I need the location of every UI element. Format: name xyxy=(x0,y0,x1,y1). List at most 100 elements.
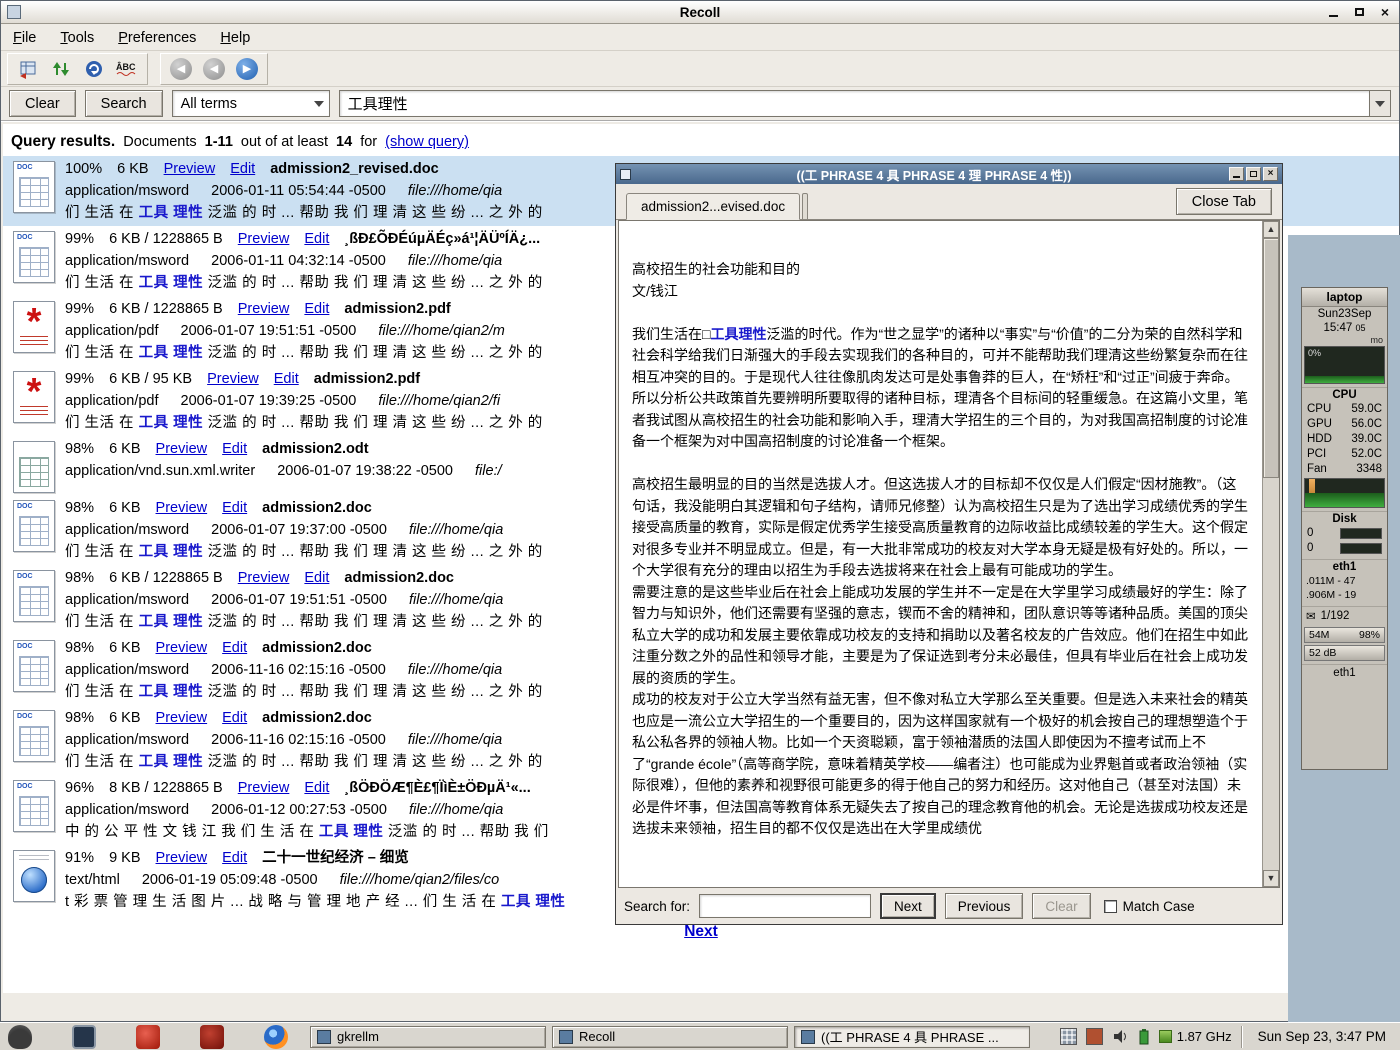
search-button[interactable]: Search xyxy=(85,90,163,117)
red-app-launcher-icon-2[interactable] xyxy=(200,1025,224,1049)
result-relevance: 96% xyxy=(65,780,94,796)
result-preview-link[interactable]: Preview xyxy=(156,500,208,516)
result-mime: application/msword xyxy=(65,522,189,538)
foot-menu-icon[interactable] xyxy=(8,1025,32,1049)
preview-scrollbar[interactable]: ▲ ▼ xyxy=(1262,221,1279,887)
terminal-launcher-icon[interactable] xyxy=(72,1025,96,1049)
query-input[interactable] xyxy=(339,90,1369,117)
result-url: file:///home/qian2/fi xyxy=(378,393,500,409)
first-results-page-icon[interactable] xyxy=(13,55,43,83)
preview-tab[interactable]: admission2...evised.doc xyxy=(626,193,800,220)
result-edit-link[interactable]: Edit xyxy=(304,570,329,586)
result-preview-link[interactable]: Preview xyxy=(164,161,216,177)
find-input[interactable] xyxy=(699,894,871,918)
gkrellm-small-label: mo xyxy=(1302,335,1387,345)
result-edit-link[interactable]: Edit xyxy=(304,231,329,247)
match-case-checkbox[interactable] xyxy=(1104,900,1117,913)
menu-preferences[interactable]: Preferences xyxy=(118,30,196,46)
taskbar-task[interactable]: ((工 PHRASE 4 具 PHRASE ... xyxy=(794,1026,1030,1048)
result-edit-link[interactable]: Edit xyxy=(222,850,247,866)
result-mime: application/msword xyxy=(65,592,189,608)
result-preview-link[interactable]: Preview xyxy=(156,441,208,457)
term-explorer-icon[interactable]: ÂBC xyxy=(112,55,142,83)
gkrellm-hostname: laptop xyxy=(1302,288,1387,307)
menu-tools[interactable]: Tools xyxy=(60,30,94,46)
result-edit-link[interactable]: Edit xyxy=(274,371,299,387)
maximize-button[interactable] xyxy=(1351,4,1367,20)
previous-page-icon[interactable]: ◀ xyxy=(199,55,229,83)
mail-icon: ✉ xyxy=(1306,609,1316,623)
result-mime: application/msword xyxy=(65,662,189,678)
show-as-table-icon[interactable] xyxy=(79,55,109,83)
find-clear-button[interactable]: Clear xyxy=(1032,893,1090,919)
result-mime: application/msword xyxy=(65,183,189,199)
speaker-icon[interactable] xyxy=(1112,1028,1129,1045)
sensor-row: GPU56.0C xyxy=(1302,417,1387,432)
volume-meter: 52 dB xyxy=(1304,645,1385,661)
doc-file-icon xyxy=(13,231,55,283)
show-query-link[interactable]: (show query) xyxy=(385,134,469,150)
scroll-up-icon[interactable]: ▲ xyxy=(1263,221,1279,238)
next-page-link[interactable]: Next xyxy=(684,923,718,940)
find-next-button[interactable]: Next xyxy=(880,893,936,919)
krell-slider xyxy=(1309,479,1315,507)
find-previous-button[interactable]: Previous xyxy=(945,893,1024,919)
cpufreq-icon xyxy=(1159,1030,1172,1043)
search-mode-select[interactable]: All terms xyxy=(172,90,330,117)
result-mime: application/msword xyxy=(65,253,189,269)
red-app-launcher-icon[interactable] xyxy=(136,1025,160,1049)
result-preview-link[interactable]: Preview xyxy=(156,640,208,656)
result-preview-link[interactable]: Preview xyxy=(238,301,290,317)
result-edit-link[interactable]: Edit xyxy=(222,710,247,726)
result-preview-link[interactable]: Preview xyxy=(238,231,290,247)
result-preview-link[interactable]: Preview xyxy=(238,570,290,586)
close-tab-button[interactable]: Close Tab xyxy=(1176,188,1272,215)
preview-close-button[interactable]: × xyxy=(1263,167,1278,181)
scrollbar-thumb[interactable] xyxy=(1263,238,1279,478)
task-button-strip: gkrellm Recoll ((工 PHRASE 4 具 PHRASE ... xyxy=(310,1026,1030,1048)
preview-findbar: Search for: Next Previous Clear Match Ca… xyxy=(616,888,1282,924)
menu-file[interactable]: File xyxy=(13,30,36,46)
result-edit-link[interactable]: Edit xyxy=(222,640,247,656)
history-back-icon[interactable]: ◀ xyxy=(166,55,196,83)
html-file-icon xyxy=(13,850,55,902)
result-edit-link[interactable]: Edit xyxy=(304,780,329,796)
tray-keyboard-icon[interactable] xyxy=(1060,1028,1077,1045)
next-page-icon[interactable]: ▶ xyxy=(232,55,262,83)
taskbar-task[interactable]: Recoll xyxy=(552,1026,788,1048)
battery-icon[interactable] xyxy=(1138,1028,1150,1045)
tray-pager-icon[interactable] xyxy=(1086,1028,1103,1045)
result-relevance: 98% xyxy=(65,500,94,516)
clear-button[interactable]: Clear xyxy=(9,90,76,117)
result-edit-link[interactable]: Edit xyxy=(230,161,255,177)
result-preview-link[interactable]: Preview xyxy=(156,850,208,866)
menubar: File Tools Preferences Help xyxy=(1,25,1399,51)
menu-help[interactable]: Help xyxy=(220,30,250,46)
result-edit-link[interactable]: Edit xyxy=(222,500,247,516)
result-date: 2006-11-16 02:15:16 -0500 xyxy=(211,662,386,678)
sort-by-dates-icon[interactable] xyxy=(46,55,76,83)
tab-handle xyxy=(802,193,808,220)
preview-maximize-button[interactable] xyxy=(1246,167,1261,181)
result-date: 2006-01-11 04:32:14 -0500 xyxy=(211,253,386,269)
query-history-dropdown[interactable] xyxy=(1369,90,1391,117)
result-preview-link[interactable]: Preview xyxy=(238,780,290,796)
doc-file-icon xyxy=(13,500,55,552)
scroll-down-icon[interactable]: ▼ xyxy=(1263,870,1279,887)
scrollbar-track[interactable] xyxy=(1263,238,1279,870)
result-preview-link[interactable]: Preview xyxy=(207,371,259,387)
doc-file-icon xyxy=(13,570,55,622)
mail-monitor: ✉ 1/192 xyxy=(1302,606,1387,625)
result-date: 2006-01-07 19:39:25 -0500 xyxy=(181,393,357,409)
result-preview-link[interactable]: Preview xyxy=(156,710,208,726)
minimize-button[interactable] xyxy=(1325,4,1341,20)
result-mime: application/pdf xyxy=(65,393,159,409)
close-button[interactable]: × xyxy=(1377,4,1393,20)
firefox-launcher-icon[interactable] xyxy=(264,1025,288,1049)
preview-minimize-button[interactable] xyxy=(1229,167,1244,181)
taskbar: gkrellmRecoll((工 PHRASE 4 具 PHRASE ... 1… xyxy=(0,1022,1400,1050)
doc-file-icon xyxy=(13,710,55,762)
result-edit-link[interactable]: Edit xyxy=(304,301,329,317)
result-edit-link[interactable]: Edit xyxy=(222,441,247,457)
taskbar-task[interactable]: gkrellm xyxy=(310,1026,546,1048)
